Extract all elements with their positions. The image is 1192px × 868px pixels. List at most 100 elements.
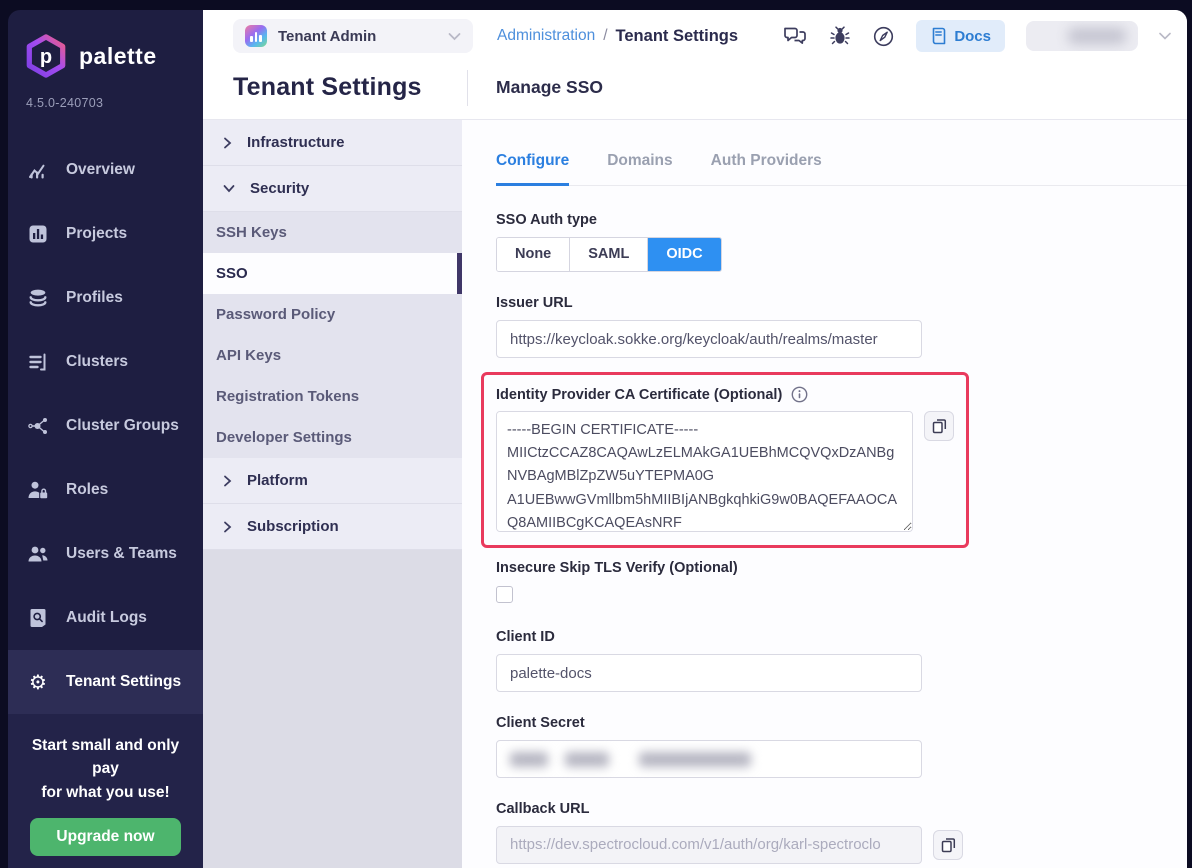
issuer-url-input[interactable] <box>496 320 922 358</box>
sidebar-item-label: Overview <box>66 161 135 179</box>
sidebar-item-label: Cluster Groups <box>66 417 179 435</box>
menu-item-ssh-keys[interactable]: SSH Keys <box>203 212 462 253</box>
ca-certificate-textarea[interactable]: -----BEGIN CERTIFICATE----- MIICtzCCAZ8C… <box>496 411 913 532</box>
client-id-input[interactable] <box>496 654 922 692</box>
sidebar-item-users-teams[interactable]: Users & Teams <box>8 522 203 586</box>
menu-group-subscription[interactable]: Subscription <box>203 504 462 550</box>
tab-configure[interactable]: Configure <box>496 152 569 186</box>
menu-group-platform[interactable]: Platform <box>203 458 462 504</box>
client-id-label: Client ID <box>496 629 1187 645</box>
cluster-groups-nodes-icon <box>27 416 49 436</box>
clusters-list-icon <box>27 352 49 372</box>
palette-logo: p palette <box>8 10 203 78</box>
chevron-right-icon <box>223 521 232 533</box>
skip-tls-checkbox[interactable] <box>496 586 513 603</box>
version-label: 4.5.0-240703 <box>8 78 203 110</box>
users-teams-icon <box>27 544 49 564</box>
auth-type-oidc-button[interactable]: OIDC <box>648 238 720 271</box>
info-icon[interactable] <box>791 386 808 403</box>
menu-group-label: Infrastructure <box>247 134 345 151</box>
settings-menu: Infrastructure Security SSH Keys SSO Pas… <box>203 120 462 868</box>
sidebar-item-label: Audit Logs <box>66 609 147 627</box>
user-menu[interactable] <box>1026 21 1138 51</box>
topbar: Tenant Admin Administration / Tenant Set… <box>203 10 1187 56</box>
redacted-secret-segment <box>510 752 548 767</box>
main-area: Tenant Admin Administration / Tenant Set… <box>203 10 1187 868</box>
roles-user-lock-icon <box>27 480 49 500</box>
sidebar-item-tenant-settings[interactable]: Tenant Settings <box>8 650 203 714</box>
sso-form: Configure Domains Auth Providers SSO Aut… <box>462 120 1187 868</box>
skip-tls-label: Insecure Skip TLS Verify (Optional) <box>496 560 1187 576</box>
sidebar-item-projects[interactable]: Projects <box>8 202 203 266</box>
breadcrumb-administration-link[interactable]: Administration <box>497 27 595 45</box>
user-menu-chevron-down-icon[interactable] <box>1159 32 1171 40</box>
menu-item-developer-settings[interactable]: Developer Settings <box>203 417 462 458</box>
breadcrumb-current: Tenant Settings <box>616 27 739 46</box>
scope-selector[interactable]: Tenant Admin <box>233 19 473 53</box>
page-header: Tenant Settings Manage SSO <box>203 56 1187 120</box>
ca-certificate-label: Identity Provider CA Certificate (Option… <box>496 387 782 403</box>
menu-item-password-policy[interactable]: Password Policy <box>203 294 462 335</box>
sidebar-item-label: Tenant Settings <box>66 673 181 691</box>
docs-button-label: Docs <box>954 28 991 45</box>
tab-auth-providers[interactable]: Auth Providers <box>711 152 822 186</box>
auth-type-none-button[interactable]: None <box>497 238 570 271</box>
tab-domains[interactable]: Domains <box>607 152 672 186</box>
page-title: Tenant Settings <box>233 73 422 101</box>
copy-icon <box>932 418 947 434</box>
menu-group-label: Subscription <box>247 518 339 535</box>
logo-wordmark: palette <box>79 43 157 70</box>
svg-text:p: p <box>40 46 52 68</box>
sidebar-item-cluster-groups[interactable]: Cluster Groups <box>8 394 203 458</box>
redacted-secret-segment <box>639 752 751 767</box>
client-secret-input[interactable] <box>496 740 922 778</box>
sidebar: p palette 4.5.0-240703 Overview Projects <box>8 10 203 868</box>
menu-filler <box>203 550 462 868</box>
menu-item-registration-tokens[interactable]: Registration Tokens <box>203 376 462 417</box>
menu-group-infrastructure[interactable]: Infrastructure <box>203 120 462 166</box>
sidebar-item-clusters[interactable]: Clusters <box>8 330 203 394</box>
sidebar-item-label: Profiles <box>66 289 123 307</box>
sidebar-item-roles[interactable]: Roles <box>8 458 203 522</box>
menu-item-sso[interactable]: SSO <box>203 253 462 294</box>
auth-type-saml-button[interactable]: SAML <box>570 238 648 271</box>
upgrade-now-button[interactable]: Upgrade now <box>30 818 180 856</box>
sidebar-item-audit-logs[interactable]: Audit Logs <box>8 586 203 650</box>
client-secret-label: Client Secret <box>496 715 1187 731</box>
chevron-down-icon <box>448 32 461 41</box>
sidebar-item-profiles[interactable]: Profiles <box>8 266 203 330</box>
menu-group-label: Platform <box>247 472 308 489</box>
tab-bar: Configure Domains Auth Providers <box>496 152 1187 186</box>
sidebar-item-label: Users & Teams <box>66 545 177 563</box>
upgrade-banner: Start small and only pay for what you us… <box>8 714 203 868</box>
callback-url-label: Callback URL <box>496 801 1187 817</box>
palette-hexagon-logo-icon: p <box>25 34 67 78</box>
breadcrumb-separator: / <box>603 27 607 45</box>
projects-bar-chart-icon <box>27 224 49 244</box>
copy-certificate-button[interactable] <box>924 411 954 441</box>
sidebar-item-overview[interactable]: Overview <box>8 138 203 202</box>
sidebar-item-label: Clusters <box>66 353 128 371</box>
copy-icon <box>941 837 956 853</box>
gear-icon <box>27 672 49 692</box>
sso-auth-type-label: SSO Auth type <box>496 212 1187 228</box>
header-divider <box>467 70 468 106</box>
docs-button[interactable]: Docs <box>916 20 1005 52</box>
upgrade-message: Start small and only pay for what you us… <box>22 734 189 804</box>
annotation-highlight-box: Identity Provider CA Certificate (Option… <box>481 372 969 548</box>
menu-group-label: Security <box>250 180 309 197</box>
menu-item-api-keys[interactable]: API Keys <box>203 335 462 376</box>
audit-logs-icon <box>27 608 49 628</box>
chevron-right-icon <box>223 137 232 149</box>
feedback-chat-icon[interactable] <box>782 25 808 47</box>
compass-help-icon[interactable] <box>872 25 895 48</box>
copy-callback-url-button[interactable] <box>933 830 963 860</box>
report-bug-icon[interactable] <box>829 25 851 47</box>
redacted-secret-segment <box>565 752 609 767</box>
sidebar-item-label: Projects <box>66 225 127 243</box>
book-icon <box>930 27 946 45</box>
menu-group-security[interactable]: Security <box>203 166 462 212</box>
topbar-actions: Docs <box>782 20 1171 52</box>
sso-auth-type-toggle: None SAML OIDC <box>496 237 722 272</box>
chevron-down-icon <box>223 184 235 193</box>
